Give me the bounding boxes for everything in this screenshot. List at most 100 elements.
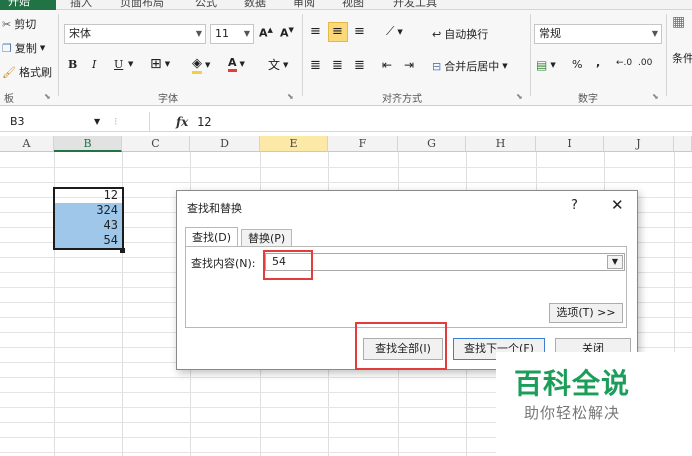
comma-button[interactable]: , <box>596 56 600 69</box>
border-button[interactable]: ⊞ ▼ <box>150 56 170 72</box>
underline-button[interactable]: U <box>114 58 123 71</box>
divider <box>530 14 531 96</box>
decrease-indent-button[interactable]: ⇤ <box>382 58 392 72</box>
phonetic-button[interactable]: 文 ▼ <box>268 56 288 73</box>
gridline <box>0 182 692 183</box>
bold-button[interactable]: B <box>68 58 77 71</box>
italic-button[interactable]: I <box>92 58 96 71</box>
align-middle-icon: ≡ <box>332 24 343 39</box>
column-header-h[interactable]: H <box>466 136 536 152</box>
orientation-button[interactable]: ⟋ ▼ <box>386 24 403 39</box>
increase-indent-button[interactable]: ⇥ <box>404 58 414 72</box>
align-bottom-icon: ≡ <box>354 24 365 39</box>
align-left-icon: ≣ <box>310 58 321 73</box>
ribbon-tab-strip: 开始 插入 页面布局 公式 数据 审阅 视图 开发工具 <box>0 0 692 10</box>
wrap-text-label: 自动换行 <box>444 28 489 41</box>
chevron-down-icon: ▼ <box>239 60 245 68</box>
name-box-value: B3 <box>10 115 25 128</box>
tab-page-layout[interactable]: 页面布局 <box>120 0 164 10</box>
merge-center-button[interactable]: ⊟ 合并后居中 ▼ <box>432 58 508 74</box>
conditional-format-icon[interactable]: ▦ <box>672 14 685 30</box>
find-what-input[interactable]: 54 <box>265 253 625 271</box>
column-header-i[interactable]: I <box>536 136 604 152</box>
font-name-select[interactable]: 宋体 ▼ <box>64 24 206 44</box>
decrease-decimal-button[interactable]: .00 <box>638 58 652 68</box>
formula-input[interactable]: 12 <box>197 112 211 132</box>
format-painter-label: 格式刷 <box>18 66 52 79</box>
divider <box>666 14 667 96</box>
chevron-down-icon: ▼ <box>283 60 289 69</box>
align-center-button[interactable]: ≣ <box>332 58 343 73</box>
column-header-f[interactable]: F <box>328 136 398 152</box>
grow-font-button[interactable]: A▲ <box>259 26 273 40</box>
number-format-value: 常规 <box>539 27 561 40</box>
tab-view[interactable]: 视图 <box>342 0 364 10</box>
insert-function-button[interactable]: fx <box>176 112 188 132</box>
divider <box>58 14 59 96</box>
cut-button[interactable]: ✂ 剪切 <box>2 16 36 32</box>
column-header-g[interactable]: G <box>398 136 466 152</box>
tab-developer[interactable]: 开发工具 <box>393 0 437 10</box>
column-header-b[interactable]: B <box>54 136 122 152</box>
grow-font-icon: A▲ <box>259 26 273 40</box>
close-icon[interactable]: ✕ <box>611 196 624 214</box>
merge-label: 合并后居中 <box>444 60 500 73</box>
chevron-down-icon: ▼ <box>195 29 202 38</box>
clipboard-launcher-icon[interactable]: ⬊ <box>44 92 51 101</box>
copy-button[interactable]: ❐ 复制 ▼ <box>2 40 45 56</box>
column-header-d[interactable]: D <box>190 136 260 152</box>
tab-replace[interactable]: 替换(P) <box>241 229 293 247</box>
align-left-button[interactable]: ≣ <box>310 58 321 73</box>
chevron-down-icon: ▼ <box>397 27 403 36</box>
find-what-label: 查找内容(N): <box>191 257 256 270</box>
fill-color-button[interactable]: ◈ ▼ <box>192 56 210 74</box>
percent-button[interactable]: % <box>572 58 582 71</box>
column-header-e[interactable]: E <box>260 136 328 152</box>
decrease-indent-icon: ⇤ <box>382 58 393 72</box>
tab-formulas[interactable]: 公式 <box>195 0 217 10</box>
increase-decimal-button[interactable]: ←.0 <box>616 58 632 68</box>
conditional-format-label[interactable]: 条件 <box>672 50 692 66</box>
accounting-format-button[interactable]: ▤ ▼ <box>536 58 556 72</box>
column-header-c[interactable]: C <box>122 136 190 152</box>
paint-bucket-icon: ◈ <box>192 56 202 74</box>
number-launcher-icon[interactable]: ⬊ <box>652 92 659 101</box>
column-header-k[interactable] <box>674 136 692 152</box>
column-header-a[interactable]: A <box>0 136 54 152</box>
tab-find[interactable]: 查找(D) <box>185 227 239 247</box>
number-format-select[interactable]: 常规 ▼ <box>534 24 662 44</box>
phonetic-icon: 文 <box>268 58 281 72</box>
options-button[interactable]: 选项(T) >> <box>549 303 623 323</box>
tab-home[interactable]: 开始 <box>0 0 56 10</box>
fill-handle[interactable] <box>120 248 125 253</box>
name-box[interactable]: B3 ▼ ⁝ <box>0 112 150 132</box>
merge-icon: ⊟ <box>432 59 442 73</box>
format-painter-button[interactable]: 🖌 格式刷 <box>2 64 52 80</box>
tab-insert[interactable]: 插入 <box>70 0 92 10</box>
clipboard-group-label: 板 <box>4 94 14 105</box>
copy-icon: ❐ <box>2 41 12 55</box>
chevron-down-icon: ▼ <box>94 117 101 126</box>
tab-review[interactable]: 审阅 <box>293 0 315 10</box>
copy-label: 复制 <box>14 42 37 55</box>
font-launcher-icon[interactable]: ⬊ <box>287 92 294 101</box>
chevron-down-icon[interactable]: ▼ <box>607 255 623 269</box>
align-top-button[interactable]: ≡ <box>310 24 321 39</box>
paintbrush-icon: 🖌 <box>2 65 16 79</box>
font-size-select[interactable]: 11 ▼ <box>210 24 254 44</box>
alignment-launcher-icon[interactable]: ⬊ <box>516 92 523 101</box>
annotation-box-input <box>263 250 313 280</box>
align-right-button[interactable]: ≣ <box>354 58 365 73</box>
align-bottom-button[interactable]: ≡ <box>354 24 365 39</box>
wrap-text-button[interactable]: ↩ 自动换行 <box>432 26 488 42</box>
increase-decimal-icon: ←.0 <box>616 58 633 68</box>
font-group-label: 字体 <box>158 94 178 105</box>
align-top-icon: ≡ <box>310 24 321 39</box>
font-color-button[interactable]: A ▼ <box>228 56 245 72</box>
shrink-font-button[interactable]: A▼ <box>280 26 294 40</box>
tab-data[interactable]: 数据 <box>244 0 266 10</box>
column-header-j[interactable]: J <box>604 136 674 152</box>
number-group-label: 数字 <box>578 94 598 105</box>
help-button[interactable]: ? <box>571 198 578 213</box>
chevron-down-icon[interactable]: ▼ <box>128 60 133 68</box>
